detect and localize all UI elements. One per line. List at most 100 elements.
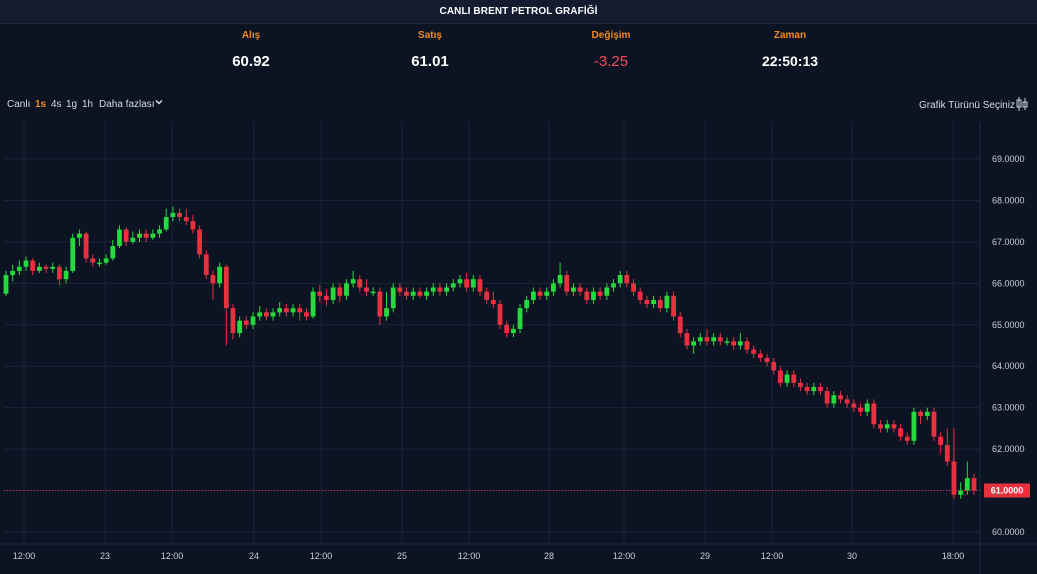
- candle-body: [777, 370, 783, 383]
- candle-body: [584, 291, 590, 300]
- candle-body: [290, 308, 296, 313]
- chart-type-selector[interactable]: Grafik Türünü Seçiniz: [919, 100, 1015, 111]
- candle-body: [10, 270, 16, 276]
- candle-body: [317, 291, 323, 296]
- live-button[interactable]: Canlı: [7, 99, 30, 110]
- candle-body: [677, 316, 683, 334]
- candle-body: [864, 403, 870, 412]
- candle-body: [97, 262, 102, 265]
- candle-body: [70, 237, 76, 271]
- candle-body: [631, 283, 636, 292]
- candle-body: [364, 287, 369, 292]
- change-value: -3.25: [593, 53, 629, 70]
- x-tick-label: 24: [249, 551, 259, 561]
- candle-body: [904, 436, 910, 441]
- timeframe-1h[interactable]: 1h: [82, 99, 93, 110]
- candle-body: [871, 403, 877, 425]
- candle-body: [50, 266, 56, 269]
- candle-body: [143, 233, 149, 238]
- candle-body: [177, 212, 182, 218]
- candle-body: [63, 270, 69, 280]
- candle-body: [384, 308, 389, 317]
- candle-body: [110, 246, 116, 259]
- candle-body: [891, 424, 897, 429]
- candle-body: [304, 312, 309, 317]
- candle-body: [490, 299, 496, 305]
- candle-body: [651, 299, 656, 305]
- candle-body: [798, 382, 803, 387]
- candle-body: [971, 478, 977, 491]
- x-tick-label: 12:00: [458, 551, 481, 561]
- candle-body: [410, 291, 416, 296]
- candle-body: [597, 291, 603, 296]
- candle-body: [83, 233, 89, 259]
- timeframe-4s[interactable]: 4s: [51, 99, 62, 110]
- candle-body: [737, 341, 743, 346]
- candle-body: [958, 490, 964, 495]
- candle-body: [637, 291, 643, 300]
- candle-body: [898, 428, 903, 437]
- candle-body: [357, 279, 363, 288]
- candle-body: [310, 291, 316, 317]
- candle-body: [43, 266, 49, 269]
- candle-body: [350, 279, 356, 284]
- candle-body: [611, 283, 616, 288]
- candle-body: [297, 308, 303, 313]
- candle-body: [944, 444, 950, 462]
- candle-body: [450, 283, 456, 288]
- candle-body: [884, 424, 890, 429]
- candle-body: [337, 287, 343, 296]
- timeframe-1g[interactable]: 1g: [66, 99, 77, 110]
- x-tick-label: 29: [700, 551, 710, 561]
- page-title: CANLI BRENT PETROL GRAFİĞİ: [439, 6, 598, 17]
- candle-body: [137, 233, 142, 238]
- candle-body: [464, 279, 470, 288]
- candle-body: [804, 386, 810, 392]
- candle-body: [744, 341, 750, 350]
- chevron-down-icon[interactable]: [154, 97, 164, 107]
- candle-body: [250, 316, 256, 325]
- bid-value: 60.92: [232, 53, 270, 70]
- candle-body: [724, 341, 730, 343]
- candle-body: [324, 295, 329, 300]
- ask-quote: Satış 61.01: [370, 30, 490, 70]
- candle-body: [557, 275, 563, 284]
- ask-label: Satış: [418, 30, 442, 41]
- quote-panel: Alış 60.92 Satış 61.01 Değişim -3.25 Zam…: [0, 24, 1037, 86]
- candle-body: [30, 260, 36, 271]
- candle-body: [510, 328, 516, 334]
- candle-body: [924, 411, 930, 416]
- x-tick-label: 25: [397, 551, 407, 561]
- candle-body: [757, 353, 763, 358]
- candle-body: [217, 266, 223, 284]
- candle-body: [824, 391, 830, 404]
- candle-body: [964, 478, 970, 491]
- candle-body: [23, 260, 29, 267]
- candlestick-icon[interactable]: [1015, 96, 1029, 112]
- candle-body: [878, 424, 883, 429]
- candle-body: [203, 254, 209, 276]
- candle-body: [617, 275, 623, 284]
- candle-body: [504, 324, 510, 334]
- timeframe-1s[interactable]: 1s: [35, 99, 46, 110]
- candle-body: [243, 320, 249, 325]
- candle-body: [604, 287, 610, 296]
- candle-body: [123, 229, 129, 242]
- change-label: Değişim: [591, 30, 631, 41]
- ask-value: 61.01: [411, 53, 449, 70]
- candlestick-chart[interactable]: 69.0000 68.0000 67.0000 66.0000 65.0000 64.00…: [0, 122, 1037, 574]
- more-timeframes-button[interactable]: Daha fazlası: [99, 99, 155, 110]
- x-tick-label: 12:00: [310, 551, 333, 561]
- chart-area[interactable]: 69.0000 68.0000 67.0000 66.0000 65.0000 64.00…: [0, 122, 1037, 574]
- candle-body: [237, 320, 243, 334]
- candle-body: [157, 229, 162, 234]
- candle-body: [818, 386, 823, 392]
- candle-body: [90, 258, 96, 263]
- candle-body: [150, 233, 156, 238]
- candle-body: [457, 279, 463, 284]
- change-quote: Değişim -3.25: [551, 30, 671, 70]
- candle-body: [444, 287, 450, 292]
- candle-body: [263, 312, 269, 317]
- candle-body: [484, 291, 490, 300]
- candle-body: [544, 291, 550, 296]
